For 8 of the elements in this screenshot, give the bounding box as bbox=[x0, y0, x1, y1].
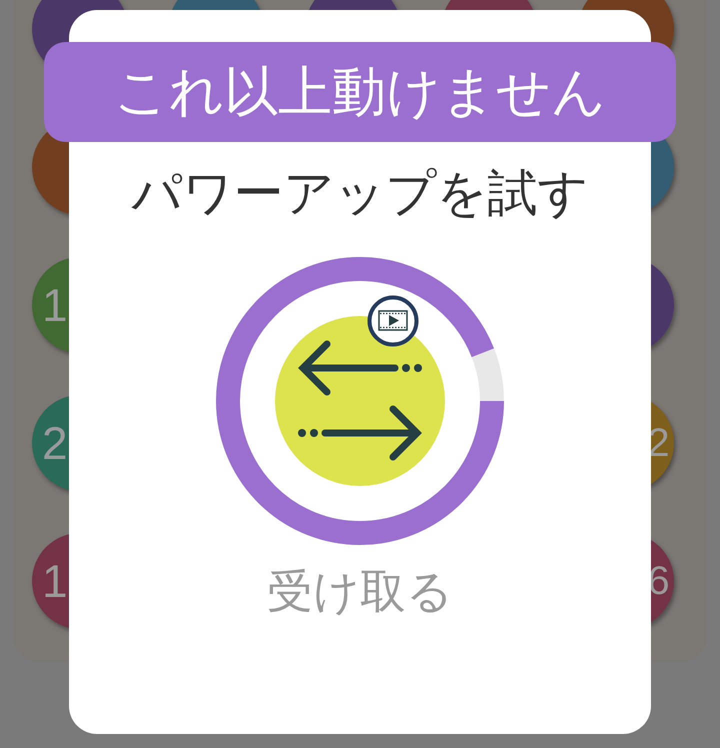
piece-number: 1 bbox=[42, 558, 68, 604]
piece-number: 2 bbox=[647, 423, 670, 463]
banner-text: これ以上動けません bbox=[114, 65, 606, 119]
piece-number: 2 bbox=[42, 420, 68, 466]
dialog-title: パワーアップを試す bbox=[132, 168, 588, 218]
swap-arrows-icon bbox=[275, 316, 445, 486]
claim-button[interactable]: 受け取る bbox=[267, 568, 453, 614]
piece-number: 1 bbox=[42, 282, 68, 328]
